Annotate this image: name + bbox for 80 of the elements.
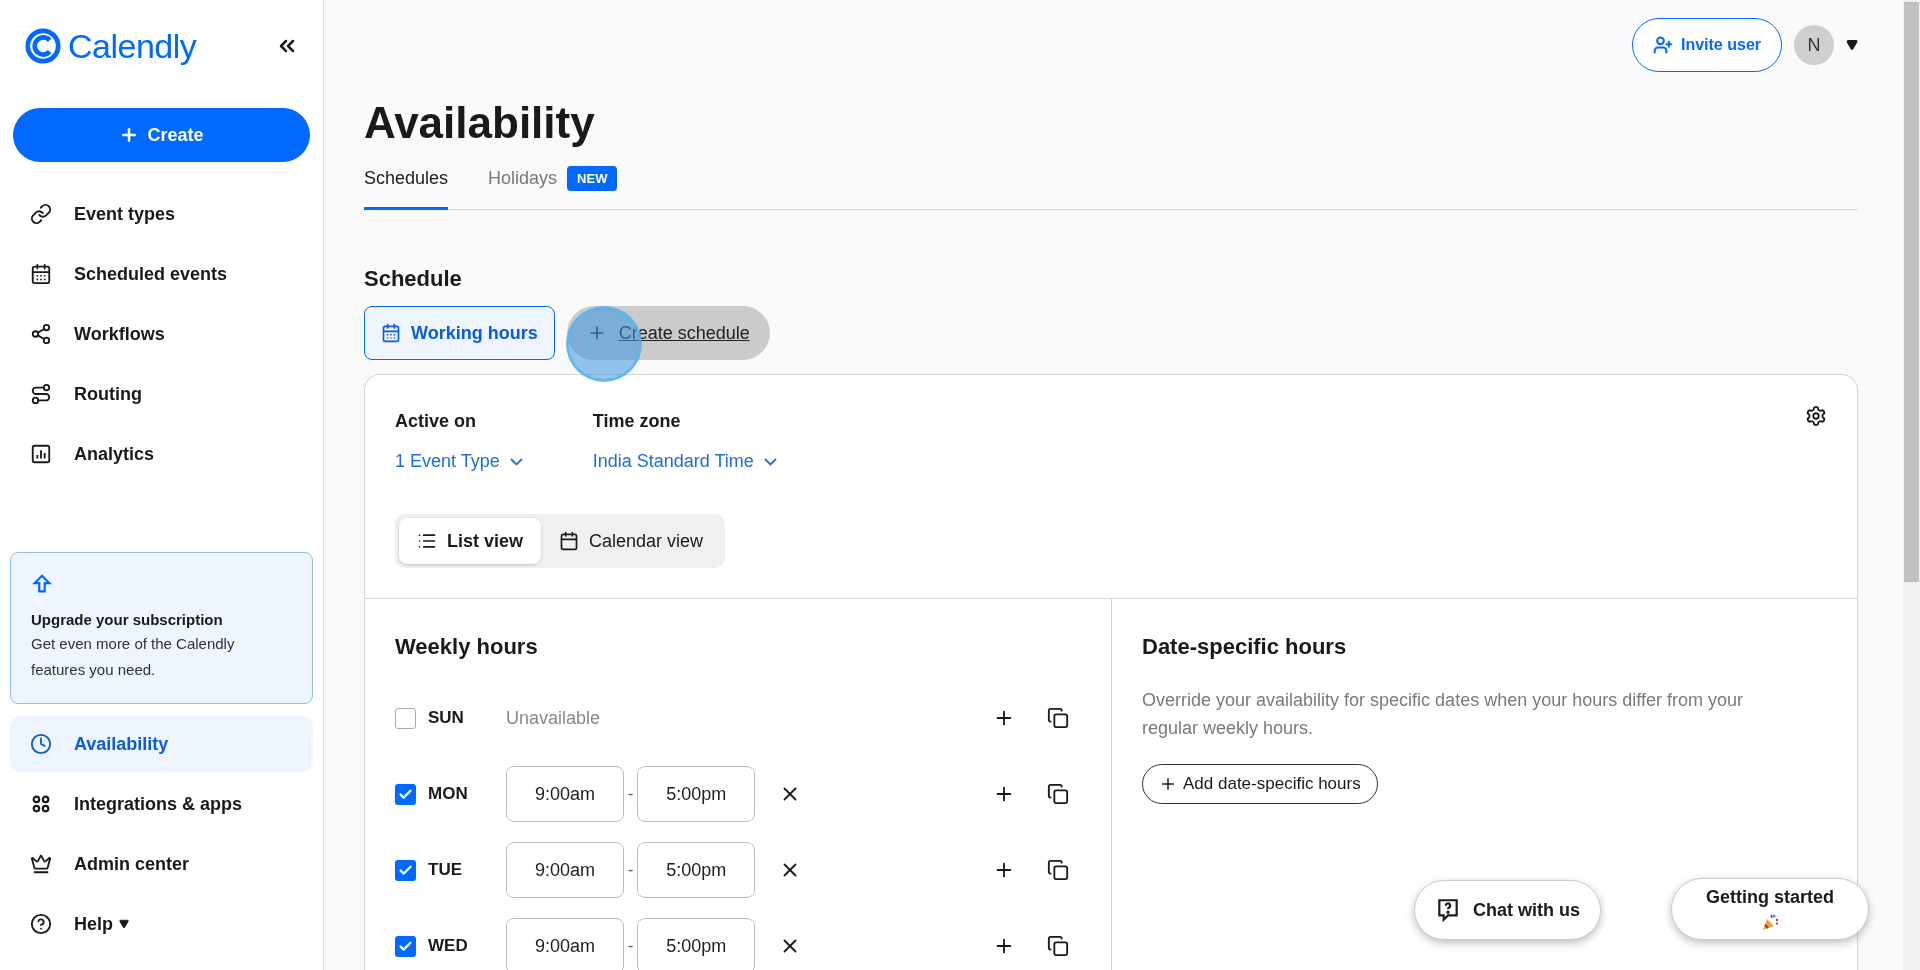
scrollbar[interactable] bbox=[1903, 0, 1920, 970]
nav-item[interactable]: Availability bbox=[10, 716, 313, 772]
tab-label: Schedules bbox=[364, 168, 449, 189]
upgrade-card[interactable]: Upgrade your subscription Get even more of the Calendly features you need. bbox=[10, 552, 313, 704]
create-button[interactable]: Create bbox=[13, 108, 310, 162]
scrollbar-thumb[interactable] bbox=[1904, 2, 1919, 582]
day-checkbox[interactable] bbox=[395, 859, 416, 881]
crown-icon bbox=[30, 853, 52, 875]
day-label: SUN bbox=[428, 708, 465, 728]
upgrade-arrow-icon bbox=[31, 573, 53, 595]
day-checkbox[interactable] bbox=[395, 783, 416, 805]
copy-icon[interactable] bbox=[1047, 935, 1069, 957]
time-separator: - bbox=[628, 937, 634, 955]
caret-icon[interactable] bbox=[1846, 39, 1858, 51]
field-label: Time zone bbox=[592, 411, 682, 432]
chat-button[interactable]: Chat with us bbox=[1414, 880, 1601, 940]
apps-grid-icon bbox=[30, 793, 52, 815]
logo-text: Calendly bbox=[68, 26, 197, 66]
active-on-dropdown[interactable]: 1 Event Type bbox=[395, 451, 523, 472]
tab[interactable]: Schedules bbox=[364, 160, 449, 210]
route-icon bbox=[30, 383, 52, 405]
logo-icon bbox=[24, 27, 62, 65]
chat-question-icon bbox=[1435, 897, 1461, 923]
clock-icon bbox=[30, 733, 52, 755]
day-checkbox[interactable] bbox=[395, 707, 416, 729]
copy-icon[interactable] bbox=[1047, 783, 1069, 805]
add-date-specific-button[interactable]: Add date-specific hours bbox=[1142, 764, 1378, 804]
nav-item[interactable]: Integrations & apps bbox=[10, 776, 313, 832]
day-label: WED bbox=[428, 936, 469, 956]
view-toggle[interactable]: Calendar view bbox=[541, 518, 722, 564]
weekly-hours-title: Weekly hours bbox=[395, 634, 539, 660]
day-checkbox[interactable] bbox=[395, 935, 416, 957]
day-label: MON bbox=[428, 784, 469, 804]
upgrade-text: Get even more of the Calendly features you need. bbox=[31, 634, 236, 680]
calendar-icon bbox=[559, 531, 580, 551]
unavailable-text: Unavailable bbox=[506, 707, 602, 729]
schedule-button[interactable]: Working hours bbox=[364, 306, 555, 360]
date-specific-title: Date-specific hours bbox=[1142, 634, 1348, 660]
day-label: TUE bbox=[428, 860, 463, 880]
share-icon bbox=[30, 323, 52, 345]
date-specific-description: Override your availability for specific dates when your hours differ from your regular weekly hours. bbox=[1142, 689, 1744, 740]
time-separator: - bbox=[628, 785, 634, 803]
time-separator: - bbox=[628, 861, 634, 879]
view-toggle[interactable]: List view bbox=[399, 518, 542, 564]
getting-started-button[interactable]: Getting started bbox=[1671, 878, 1869, 940]
nav-item[interactable]: Scheduled events bbox=[10, 246, 313, 302]
user-plus-icon bbox=[1652, 35, 1673, 55]
logo[interactable]: Calendly bbox=[24, 26, 197, 66]
copy-icon[interactable] bbox=[1047, 859, 1069, 881]
new-badge: NEW bbox=[567, 166, 618, 191]
invite-user-button[interactable]: Invite user bbox=[1631, 18, 1782, 72]
end-time-field[interactable]: 5:00pm bbox=[637, 842, 756, 898]
tab-label: Holidays bbox=[488, 168, 558, 189]
start-time-field[interactable]: 9:00am bbox=[506, 842, 624, 898]
calendar-icon bbox=[30, 263, 52, 285]
tab[interactable]: Holidays NEW bbox=[488, 160, 618, 210]
time-zone-dropdown[interactable]: India Standard Time bbox=[592, 451, 777, 472]
start-time-field[interactable]: 9:00am bbox=[506, 766, 624, 822]
nav-item[interactable]: Analytics bbox=[10, 426, 313, 482]
bar-chart-icon bbox=[30, 443, 52, 465]
nav-item[interactable]: Routing bbox=[10, 366, 313, 422]
chevron-down-icon bbox=[763, 457, 777, 466]
nav-item[interactable]: Admin center bbox=[10, 836, 313, 892]
link-icon bbox=[30, 203, 52, 225]
field-label: Active on bbox=[395, 411, 478, 432]
end-time-field[interactable]: 5:00pm bbox=[637, 766, 756, 822]
settings-icon[interactable] bbox=[1805, 405, 1827, 427]
calendar-icon bbox=[381, 323, 401, 343]
section-title: Schedule bbox=[364, 266, 463, 292]
upgrade-title: Upgrade your subscription bbox=[31, 611, 224, 628]
help-icon bbox=[30, 913, 52, 935]
chevron-down-icon bbox=[509, 457, 523, 466]
nav-item[interactable]: Workflows bbox=[10, 306, 313, 362]
nav-item[interactable]: Event types bbox=[10, 186, 313, 242]
plus-icon bbox=[1159, 775, 1177, 793]
page-title: Availability bbox=[364, 98, 596, 148]
copy-icon[interactable] bbox=[1047, 707, 1069, 729]
avatar[interactable]: N bbox=[1794, 25, 1834, 65]
nav-item[interactable]: Help bbox=[10, 896, 313, 952]
list-icon bbox=[417, 531, 437, 551]
